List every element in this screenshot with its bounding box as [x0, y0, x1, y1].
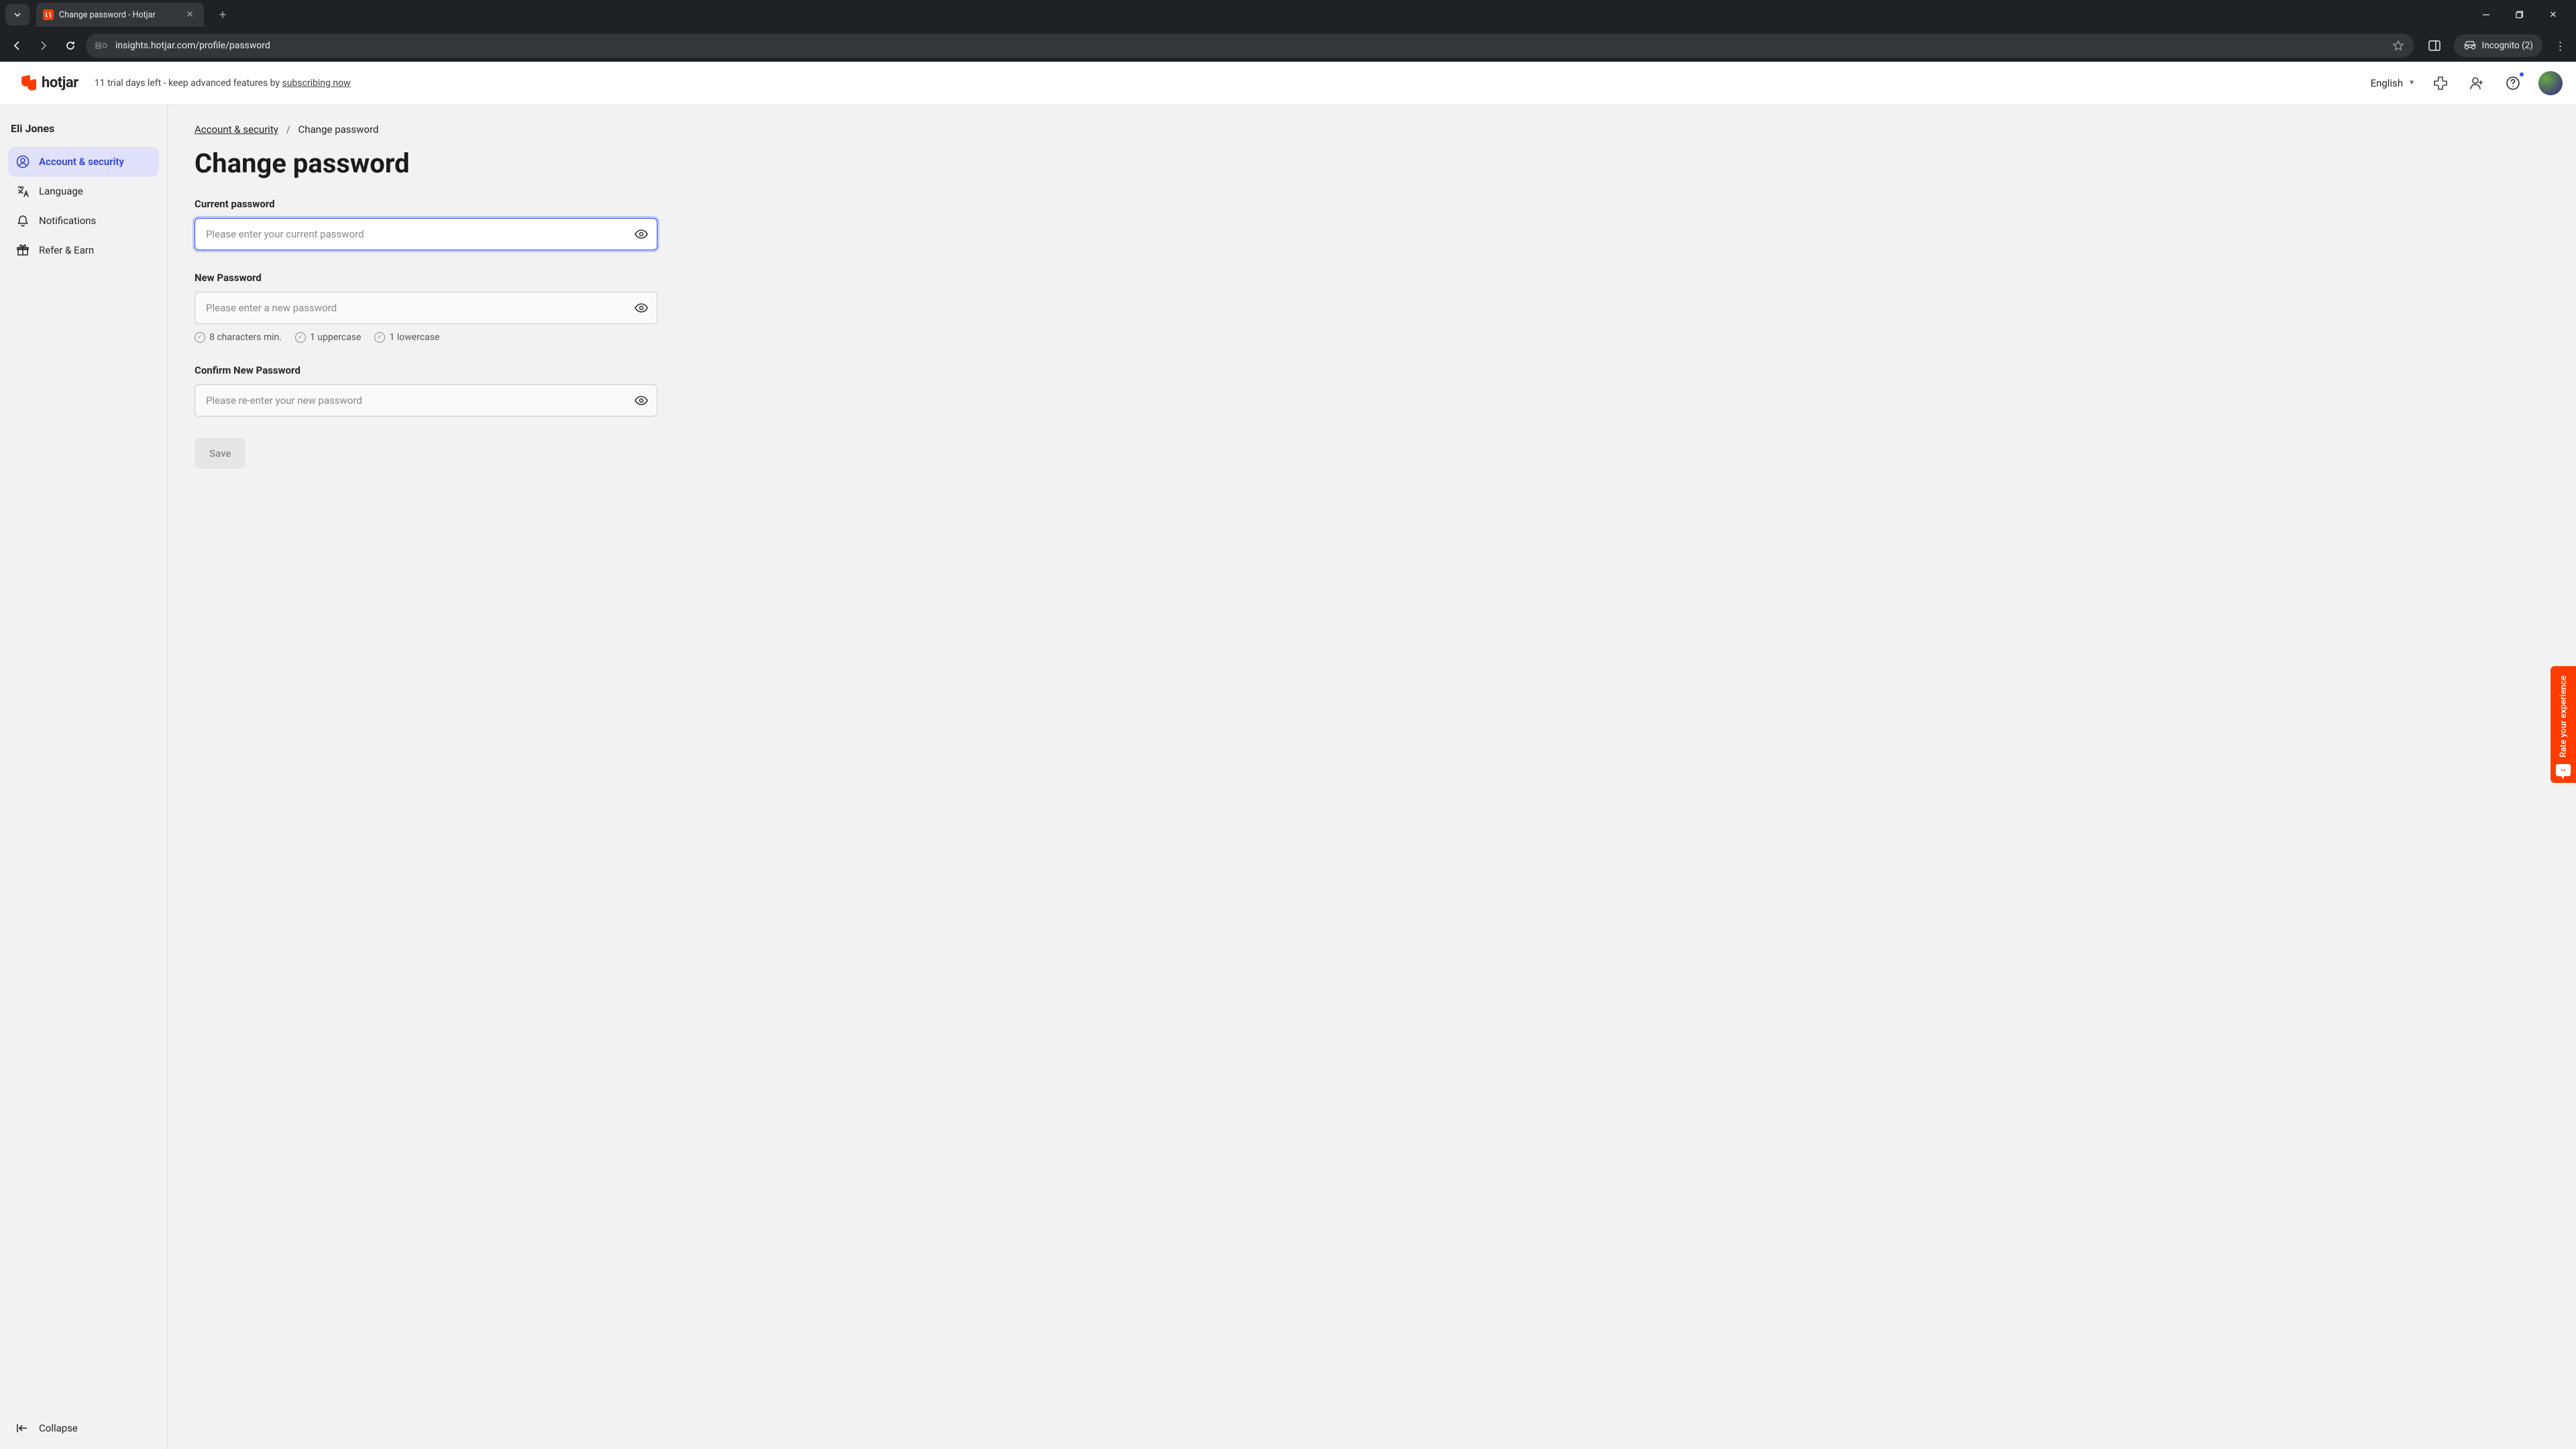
browser-chrome: Change password - Hotjar ✕ + ✕ insights.…	[0, 0, 2576, 62]
confirm-password-input[interactable]	[195, 384, 657, 417]
tab-search-dropdown[interactable]	[5, 4, 30, 25]
collapse-sidebar-button[interactable]: Collapse	[8, 1417, 159, 1440]
tab-title: Change password - Hotjar	[59, 10, 178, 20]
hotjar-logo-mark	[21, 76, 36, 91]
address-bar[interactable]: insights.hotjar.com/profile/password	[86, 34, 2414, 58]
toggle-visibility-icon[interactable]	[633, 300, 649, 316]
chevron-down-icon: ▼	[2408, 79, 2415, 87]
breadcrumb-separator: /	[286, 123, 290, 136]
main-content: Account & security / Change password Cha…	[168, 105, 2576, 1449]
password-hints: ✓8 characters min. ✓1 uppercase ✓1 lower…	[195, 332, 657, 343]
check-icon: ✓	[374, 332, 385, 343]
sidebar-item-refer-earn[interactable]: Refer & Earn	[8, 235, 159, 265]
forward-button[interactable]	[32, 34, 55, 57]
language-selector[interactable]: English ▼	[2371, 77, 2415, 89]
trial-banner: 11 trial days left - keep advanced featu…	[95, 78, 351, 89]
hint-uppercase: ✓1 uppercase	[295, 332, 361, 343]
invite-user-icon[interactable]	[2466, 72, 2487, 94]
collapse-icon	[16, 1423, 30, 1434]
maximize-button[interactable]	[2505, 4, 2534, 25]
save-button[interactable]: Save	[195, 438, 246, 469]
bookmark-star-icon[interactable]	[2392, 40, 2404, 52]
sidebar-item-language[interactable]: Language	[8, 176, 159, 206]
hint-lowercase: ✓1 lowercase	[374, 332, 439, 343]
incognito-label: Incognito (2)	[2482, 40, 2533, 51]
back-button[interactable]	[5, 34, 28, 57]
language-label: English	[2371, 77, 2404, 89]
collapse-label: Collapse	[39, 1422, 78, 1434]
check-icon: ✓	[295, 332, 306, 343]
current-password-input[interactable]	[195, 218, 657, 250]
minimize-button[interactable]	[2471, 4, 2501, 25]
tab-strip: Change password - Hotjar ✕ + ✕	[0, 0, 2576, 30]
browser-tab[interactable]: Change password - Hotjar ✕	[36, 3, 204, 27]
breadcrumb-current: Change password	[299, 123, 379, 136]
page-title: Change password	[195, 148, 2549, 179]
side-panel-button[interactable]	[2423, 34, 2446, 57]
toggle-visibility-icon[interactable]	[633, 392, 649, 409]
hint-min-chars: ✓8 characters min.	[195, 332, 282, 343]
new-password-group: New Password ✓8 characters min. ✓1 upper…	[195, 272, 657, 343]
hotjar-favicon	[43, 9, 54, 20]
gift-icon	[16, 244, 30, 257]
feedback-label: Rate your experience	[2559, 676, 2569, 757]
chevron-down-icon	[13, 11, 21, 19]
toggle-visibility-icon[interactable]	[633, 226, 649, 242]
subscribe-link[interactable]: subscribing now	[282, 78, 350, 89]
app-header: hotjar 11 trial days left - keep advance…	[0, 62, 2576, 105]
new-password-label: New Password	[195, 272, 657, 284]
current-password-label: Current password	[195, 198, 657, 210]
window-controls: ✕	[2471, 4, 2571, 25]
current-password-group: Current password	[195, 198, 657, 250]
sidebar-item-account-security[interactable]: Account & security	[8, 147, 159, 176]
site-info-icon[interactable]	[95, 40, 107, 51]
breadcrumb-root-link[interactable]: Account & security	[195, 123, 278, 136]
sidebar-item-label: Notifications	[39, 215, 96, 227]
sidebar-item-label: Refer & Earn	[39, 244, 94, 256]
sidebar-item-notifications[interactable]: Notifications	[8, 206, 159, 235]
hotjar-logo[interactable]: hotjar	[21, 74, 78, 91]
user-circle-icon	[16, 155, 30, 168]
close-window-button[interactable]: ✕	[2538, 4, 2568, 25]
user-avatar[interactable]	[2538, 71, 2563, 95]
help-icon[interactable]	[2502, 72, 2524, 94]
browser-toolbar: insights.hotjar.com/profile/password Inc…	[0, 30, 2576, 62]
sidebar-username: Eli Jones	[8, 118, 159, 147]
new-tab-button[interactable]: +	[213, 5, 232, 24]
sidebar-item-label: Language	[39, 185, 83, 197]
feedback-tab[interactable]: Rate your experience ••	[2551, 666, 2576, 783]
new-password-input[interactable]	[195, 292, 657, 324]
confirm-password-group: Confirm New Password	[195, 364, 657, 417]
sidebar: Eli Jones Account & security Language No…	[0, 105, 168, 1449]
language-icon	[16, 184, 30, 198]
confirm-password-label: Confirm New Password	[195, 364, 657, 376]
tab-close-button[interactable]: ✕	[184, 9, 196, 20]
integrations-icon[interactable]	[2430, 72, 2451, 94]
bell-icon	[16, 214, 30, 227]
check-icon: ✓	[195, 332, 205, 343]
incognito-icon	[2463, 41, 2477, 50]
chat-smile-icon: ••	[2556, 764, 2571, 776]
breadcrumb: Account & security / Change password	[195, 123, 2549, 136]
sidebar-item-label: Account & security	[39, 156, 124, 168]
notification-dot	[2518, 71, 2525, 78]
url-text: insights.hotjar.com/profile/password	[115, 40, 2384, 51]
browser-menu-button[interactable]: ⋮	[2551, 40, 2571, 52]
hotjar-logo-text: hotjar	[42, 74, 78, 91]
app-viewport: hotjar 11 trial days left - keep advance…	[0, 62, 2576, 1449]
incognito-indicator[interactable]: Incognito (2)	[2454, 34, 2542, 57]
reload-button[interactable]	[59, 34, 82, 57]
